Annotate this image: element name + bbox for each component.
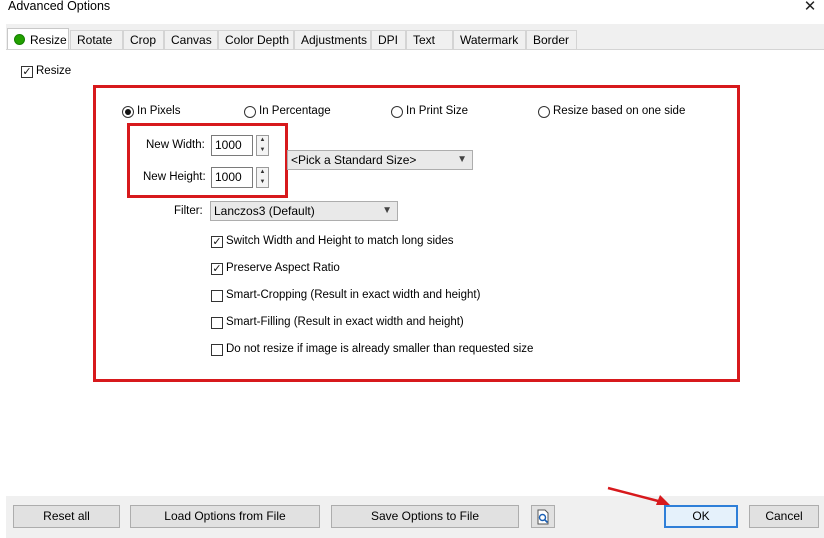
filter-select[interactable]: Lanczos3 (Default) ▼: [210, 201, 398, 221]
window-title: Advanced Options: [8, 0, 111, 13]
spin-down-icon[interactable]: ▼: [257, 178, 268, 187]
reset-all-button[interactable]: Reset all: [13, 505, 120, 528]
annotation-arrow-icon: [607, 486, 670, 505]
smart-cropping-label: Smart-Cropping (Result in exact width an…: [226, 289, 481, 301]
save-options-button[interactable]: Save Options to File: [331, 505, 519, 528]
no-upscale-label: Do not resize if image is already smalle…: [226, 343, 534, 355]
tab-resize[interactable]: Resize: [7, 28, 69, 50]
tab-watermark[interactable]: Watermark: [453, 30, 526, 49]
radio-one-side[interactable]: [538, 106, 550, 118]
magnifier-page-icon: [537, 509, 549, 525]
switch-wh-label: Switch Width and Height to match long si…: [226, 235, 454, 247]
switch-wh-checkbox[interactable]: ✓: [211, 236, 223, 248]
tab-canvas[interactable]: Canvas: [164, 30, 218, 49]
new-height-input[interactable]: 1000: [211, 167, 253, 188]
standard-size-value: <Pick a Standard Size>: [291, 153, 417, 167]
tab-color-depth[interactable]: Color Depth: [218, 30, 294, 49]
no-upscale-checkbox[interactable]: [211, 344, 223, 356]
cancel-button[interactable]: Cancel: [749, 505, 819, 528]
tab-label: Resize: [30, 33, 67, 47]
new-width-label: New Width:: [146, 139, 205, 151]
new-height-label: New Height:: [143, 171, 206, 183]
preserve-aspect-label: Preserve Aspect Ratio: [226, 262, 340, 274]
tab-dpi[interactable]: DPI: [371, 30, 406, 49]
title-bar: Advanced Options ✕: [0, 0, 824, 24]
radio-in-percentage[interactable]: [244, 106, 256, 118]
active-dot-icon: [14, 34, 25, 45]
radio-in-percentage-label: In Percentage: [259, 105, 331, 117]
preview-button[interactable]: [531, 505, 555, 528]
smart-cropping-checkbox[interactable]: [211, 290, 223, 302]
radio-in-print-size[interactable]: [391, 106, 403, 118]
tab-strip: Resize Rotate Crop Canvas Color Depth Ad…: [6, 28, 824, 50]
radio-one-side-label: Resize based on one side: [553, 105, 686, 117]
radio-in-print-size-label: In Print Size: [406, 105, 468, 117]
tab-adjustments[interactable]: Adjustments: [294, 30, 371, 49]
spin-up-icon[interactable]: ▲: [257, 168, 268, 177]
radio-in-pixels-label: In Pixels: [137, 105, 181, 117]
filter-value: Lanczos3 (Default): [214, 204, 315, 218]
smart-filling-label: Smart-Filling (Result in exact width and…: [226, 316, 464, 328]
resize-enable-label: Resize: [36, 65, 72, 77]
resize-enable-checkbox[interactable]: ✓: [21, 66, 33, 78]
tab-text[interactable]: Text: [406, 30, 453, 49]
resize-panel: ✓ Resize In Pixels In Percentage In Prin…: [6, 50, 824, 496]
close-icon[interactable]: ✕: [796, 0, 824, 18]
spin-down-icon[interactable]: ▼: [257, 146, 268, 155]
spin-up-icon[interactable]: ▲: [257, 136, 268, 145]
smart-filling-checkbox[interactable]: [211, 317, 223, 329]
tab-border[interactable]: Border: [526, 30, 577, 49]
tab-crop[interactable]: Crop: [123, 30, 164, 49]
load-options-button[interactable]: Load Options from File: [130, 505, 320, 528]
radio-in-pixels[interactable]: [122, 106, 134, 118]
new-width-input[interactable]: 1000: [211, 135, 253, 156]
chevron-down-icon: ▼: [457, 154, 467, 165]
standard-size-select[interactable]: <Pick a Standard Size> ▼: [287, 150, 473, 170]
preserve-aspect-checkbox[interactable]: ✓: [211, 263, 223, 275]
new-height-spinner[interactable]: ▲ ▼: [256, 167, 269, 188]
filter-label: Filter:: [174, 205, 203, 217]
chevron-down-icon: ▼: [382, 205, 392, 216]
tab-rotate[interactable]: Rotate: [70, 30, 123, 49]
new-width-spinner[interactable]: ▲ ▼: [256, 135, 269, 156]
